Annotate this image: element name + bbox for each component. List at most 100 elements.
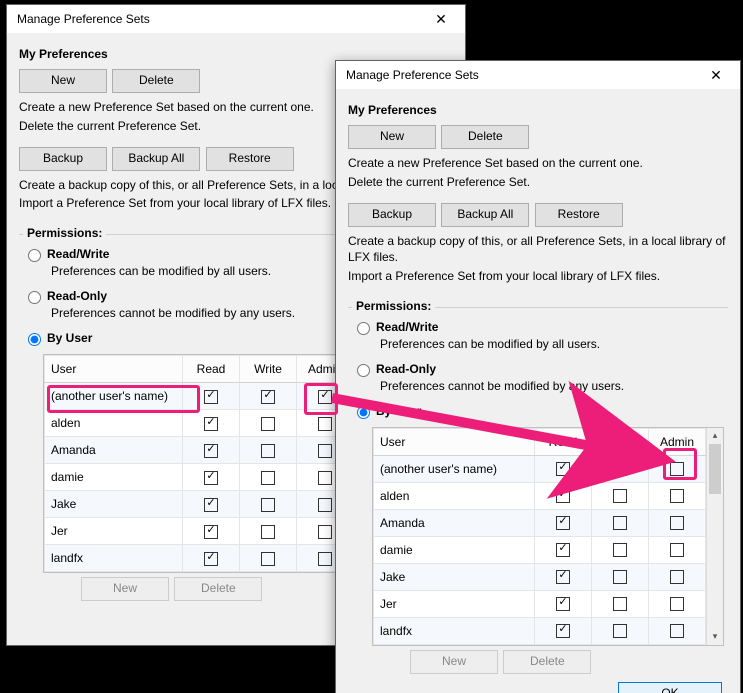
- new-button[interactable]: New: [348, 125, 436, 149]
- write-cell[interactable]: [592, 536, 649, 563]
- write-cell[interactable]: [240, 518, 297, 545]
- user-cell[interactable]: alden: [374, 482, 535, 509]
- backup-all-button[interactable]: Backup All: [441, 203, 529, 227]
- radio-input-read-only[interactable]: [357, 364, 370, 377]
- read-checkbox[interactable]: [556, 543, 570, 557]
- table-row[interactable]: Jer: [45, 518, 354, 545]
- admin-checkbox[interactable]: [670, 462, 684, 476]
- table-row[interactable]: (another user's name): [45, 383, 354, 410]
- read-checkbox[interactable]: [204, 390, 218, 404]
- table-row[interactable]: (another user's name): [374, 455, 706, 482]
- delete-button[interactable]: Delete: [441, 125, 529, 149]
- read-cell[interactable]: [183, 437, 240, 464]
- table-row[interactable]: Jake: [374, 563, 706, 590]
- read-checkbox[interactable]: [556, 462, 570, 476]
- admin-cell[interactable]: [649, 590, 706, 617]
- admin-checkbox[interactable]: [670, 624, 684, 638]
- user-cell[interactable]: damie: [374, 536, 535, 563]
- col-write[interactable]: Write: [592, 428, 649, 455]
- write-checkbox[interactable]: [261, 417, 275, 431]
- admin-checkbox[interactable]: [670, 516, 684, 530]
- admin-checkbox[interactable]: [318, 444, 332, 458]
- table-row[interactable]: alden: [45, 410, 354, 437]
- table-row[interactable]: landfx: [45, 545, 354, 572]
- write-checkbox[interactable]: [261, 390, 275, 404]
- radio-read-write[interactable]: Read/Write: [352, 319, 724, 335]
- ok-button[interactable]: OK: [618, 682, 722, 693]
- read-checkbox[interactable]: [556, 516, 570, 530]
- admin-cell[interactable]: [649, 455, 706, 482]
- admin-cell[interactable]: [649, 509, 706, 536]
- user-cell[interactable]: Jer: [374, 590, 535, 617]
- read-cell[interactable]: [183, 518, 240, 545]
- read-cell[interactable]: [183, 464, 240, 491]
- scrollbar[interactable]: ▴ ▾: [706, 428, 723, 645]
- read-cell[interactable]: [535, 455, 592, 482]
- user-cell[interactable]: landfx: [45, 545, 183, 572]
- backup-button[interactable]: Backup: [19, 147, 107, 171]
- write-checkbox[interactable]: [613, 597, 627, 611]
- col-user[interactable]: User: [374, 428, 535, 455]
- read-cell[interactable]: [535, 617, 592, 644]
- read-cell[interactable]: [535, 509, 592, 536]
- read-checkbox[interactable]: [556, 570, 570, 584]
- read-cell[interactable]: [535, 563, 592, 590]
- write-cell[interactable]: [592, 617, 649, 644]
- admin-cell[interactable]: [649, 482, 706, 509]
- read-cell[interactable]: [535, 482, 592, 509]
- user-cell[interactable]: Amanda: [45, 437, 183, 464]
- close-icon[interactable]: ✕: [696, 62, 736, 88]
- read-cell[interactable]: [535, 536, 592, 563]
- read-cell[interactable]: [535, 590, 592, 617]
- admin-checkbox[interactable]: [670, 597, 684, 611]
- col-read[interactable]: Read: [535, 428, 592, 455]
- user-cell[interactable]: damie: [45, 464, 183, 491]
- read-checkbox[interactable]: [204, 471, 218, 485]
- new-button[interactable]: New: [19, 69, 107, 93]
- radio-input-by-user[interactable]: [357, 406, 370, 419]
- col-read[interactable]: Read: [183, 356, 240, 383]
- table-row[interactable]: Amanda: [374, 509, 706, 536]
- write-checkbox[interactable]: [261, 471, 275, 485]
- titlebar[interactable]: Manage Preference Sets ✕: [7, 5, 465, 33]
- radio-read-only[interactable]: Read-Only: [352, 361, 724, 377]
- table-row[interactable]: Jer: [374, 590, 706, 617]
- col-write[interactable]: Write: [240, 356, 297, 383]
- table-row[interactable]: damie: [374, 536, 706, 563]
- write-cell[interactable]: [240, 383, 297, 410]
- write-cell[interactable]: [240, 437, 297, 464]
- write-checkbox[interactable]: [613, 543, 627, 557]
- write-cell[interactable]: [592, 563, 649, 590]
- read-checkbox[interactable]: [204, 525, 218, 539]
- scroll-thumb[interactable]: [709, 444, 721, 494]
- admin-cell[interactable]: [649, 563, 706, 590]
- admin-checkbox[interactable]: [318, 552, 332, 566]
- read-cell[interactable]: [183, 383, 240, 410]
- admin-cell[interactable]: [649, 536, 706, 563]
- scroll-up-icon[interactable]: ▴: [707, 428, 723, 444]
- write-cell[interactable]: [592, 455, 649, 482]
- read-checkbox[interactable]: [204, 498, 218, 512]
- backup-all-button[interactable]: Backup All: [112, 147, 200, 171]
- write-checkbox[interactable]: [613, 570, 627, 584]
- write-checkbox[interactable]: [261, 552, 275, 566]
- table-row[interactable]: damie: [45, 464, 354, 491]
- restore-button[interactable]: Restore: [206, 147, 294, 171]
- read-checkbox[interactable]: [204, 417, 218, 431]
- col-user[interactable]: User: [45, 356, 183, 383]
- write-cell[interactable]: [592, 509, 649, 536]
- close-icon[interactable]: ✕: [421, 6, 461, 32]
- read-checkbox[interactable]: [556, 624, 570, 638]
- scroll-down-icon[interactable]: ▾: [707, 629, 723, 645]
- read-checkbox[interactable]: [204, 552, 218, 566]
- write-cell[interactable]: [240, 410, 297, 437]
- radio-input-read-write[interactable]: [357, 322, 370, 335]
- read-checkbox[interactable]: [556, 489, 570, 503]
- col-admin[interactable]: Admin: [649, 428, 706, 455]
- read-cell[interactable]: [183, 491, 240, 518]
- write-checkbox[interactable]: [261, 525, 275, 539]
- write-checkbox[interactable]: [613, 489, 627, 503]
- table-row[interactable]: landfx: [374, 617, 706, 644]
- restore-button[interactable]: Restore: [535, 203, 623, 227]
- user-cell[interactable]: Jake: [45, 491, 183, 518]
